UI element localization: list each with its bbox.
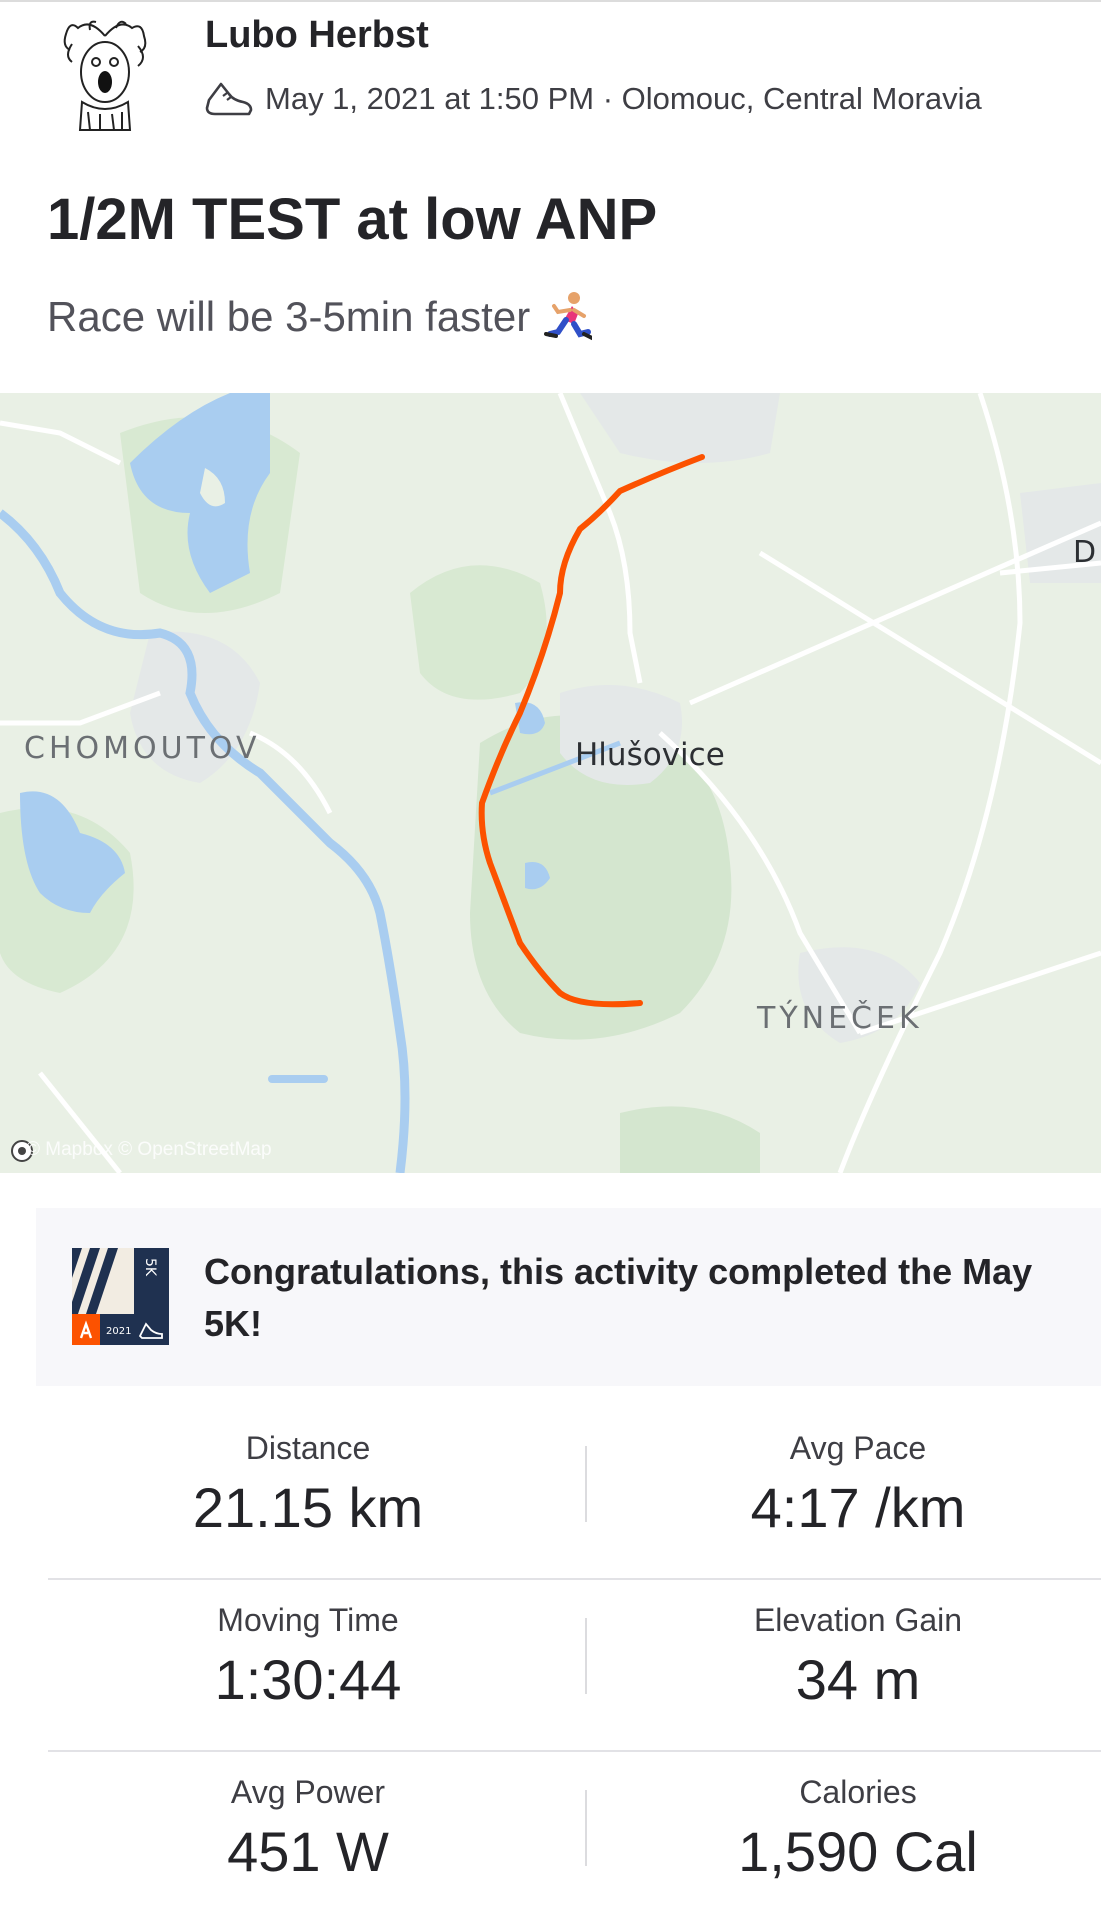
activity-date-location: May 1, 2021 at 1:50 PM · Olomouc, Centra… (265, 81, 982, 116)
avatar[interactable] (60, 16, 150, 132)
badge-year: 2021 (106, 1326, 131, 1337)
stats-row: Avg Power 451 W Calories 1,590 Cal (48, 1752, 1101, 1922)
stat-value: 1,590 Cal (738, 1820, 978, 1883)
map-label-chomoutov: CHOMOUTOV (24, 731, 261, 766)
stat-label: Avg Pace (789, 1430, 927, 1466)
map-label-husovice: Hlušovice (575, 737, 725, 773)
stat-divider (585, 1446, 587, 1522)
map-label-tynecek: TÝNEČEK (757, 1001, 923, 1036)
stat-value: 4:17 /km (750, 1476, 966, 1539)
stat-value: 34 m (795, 1648, 921, 1711)
stat-label: Moving Time (217, 1602, 399, 1638)
activity-description: Race will be 3-5min faster (47, 290, 593, 344)
stat-value: 451 W (227, 1820, 389, 1883)
badge-label: 5K (142, 1258, 158, 1277)
stat-divider (585, 1790, 587, 1866)
stats-row: Distance 21.15 km Avg Pace 4:17 /km (48, 1408, 1101, 1580)
map-label-d: D (1073, 535, 1097, 570)
stat-divider (585, 1618, 587, 1694)
activity-title[interactable]: 1/2M TEST at low ANP (47, 186, 657, 253)
person-running-icon (544, 292, 593, 340)
route-map[interactable]: CHOMOUTOV Hlušovice TÝNEČEK D © Mapbox ©… (0, 393, 1101, 1173)
map-tiles (0, 393, 1101, 1173)
stat-moving-time: Moving Time 1:30:44 (58, 1580, 558, 1712)
challenge-banner[interactable]: 5K 2021 Congratulations, this activity c… (36, 1208, 1101, 1386)
stat-label: Distance (245, 1430, 371, 1466)
stat-label: Calories (799, 1774, 917, 1810)
stat-calories: Calories 1,590 Cal (608, 1752, 1101, 1884)
stat-elevation-gain: Elevation Gain 34 m (608, 1580, 1101, 1712)
challenge-badge-icon: 5K 2021 (72, 1248, 169, 1345)
stat-label: Avg Power (230, 1774, 386, 1810)
top-border (0, 0, 1101, 2)
description-text: Race will be 3-5min faster (47, 293, 531, 340)
stat-label: Elevation Gain (753, 1602, 963, 1638)
stat-avg-pace: Avg Pace 4:17 /km (608, 1408, 1101, 1540)
activity-meta: May 1, 2021 at 1:50 PM · Olomouc, Centra… (203, 78, 982, 120)
stat-value: 1:30:44 (214, 1648, 402, 1711)
attribution-text: © Mapbox © OpenStreetMap (26, 1139, 272, 1160)
stat-distance: Distance 21.15 km (58, 1408, 558, 1540)
stats-grid: Distance 21.15 km Avg Pace 4:17 /km Movi… (48, 1408, 1101, 1922)
challenge-text: Congratulations, this activity completed… (204, 1251, 1033, 1344)
stat-value: 21.15 km (192, 1476, 424, 1539)
running-shoe-icon (205, 82, 253, 116)
stats-row: Moving Time 1:30:44 Elevation Gain 34 m (48, 1580, 1101, 1752)
stat-avg-power: Avg Power 451 W (58, 1752, 558, 1884)
athlete-name[interactable]: Lubo Herbst (205, 14, 429, 57)
map-attribution[interactable]: © Mapbox © OpenStreetMap (10, 1139, 272, 1162)
